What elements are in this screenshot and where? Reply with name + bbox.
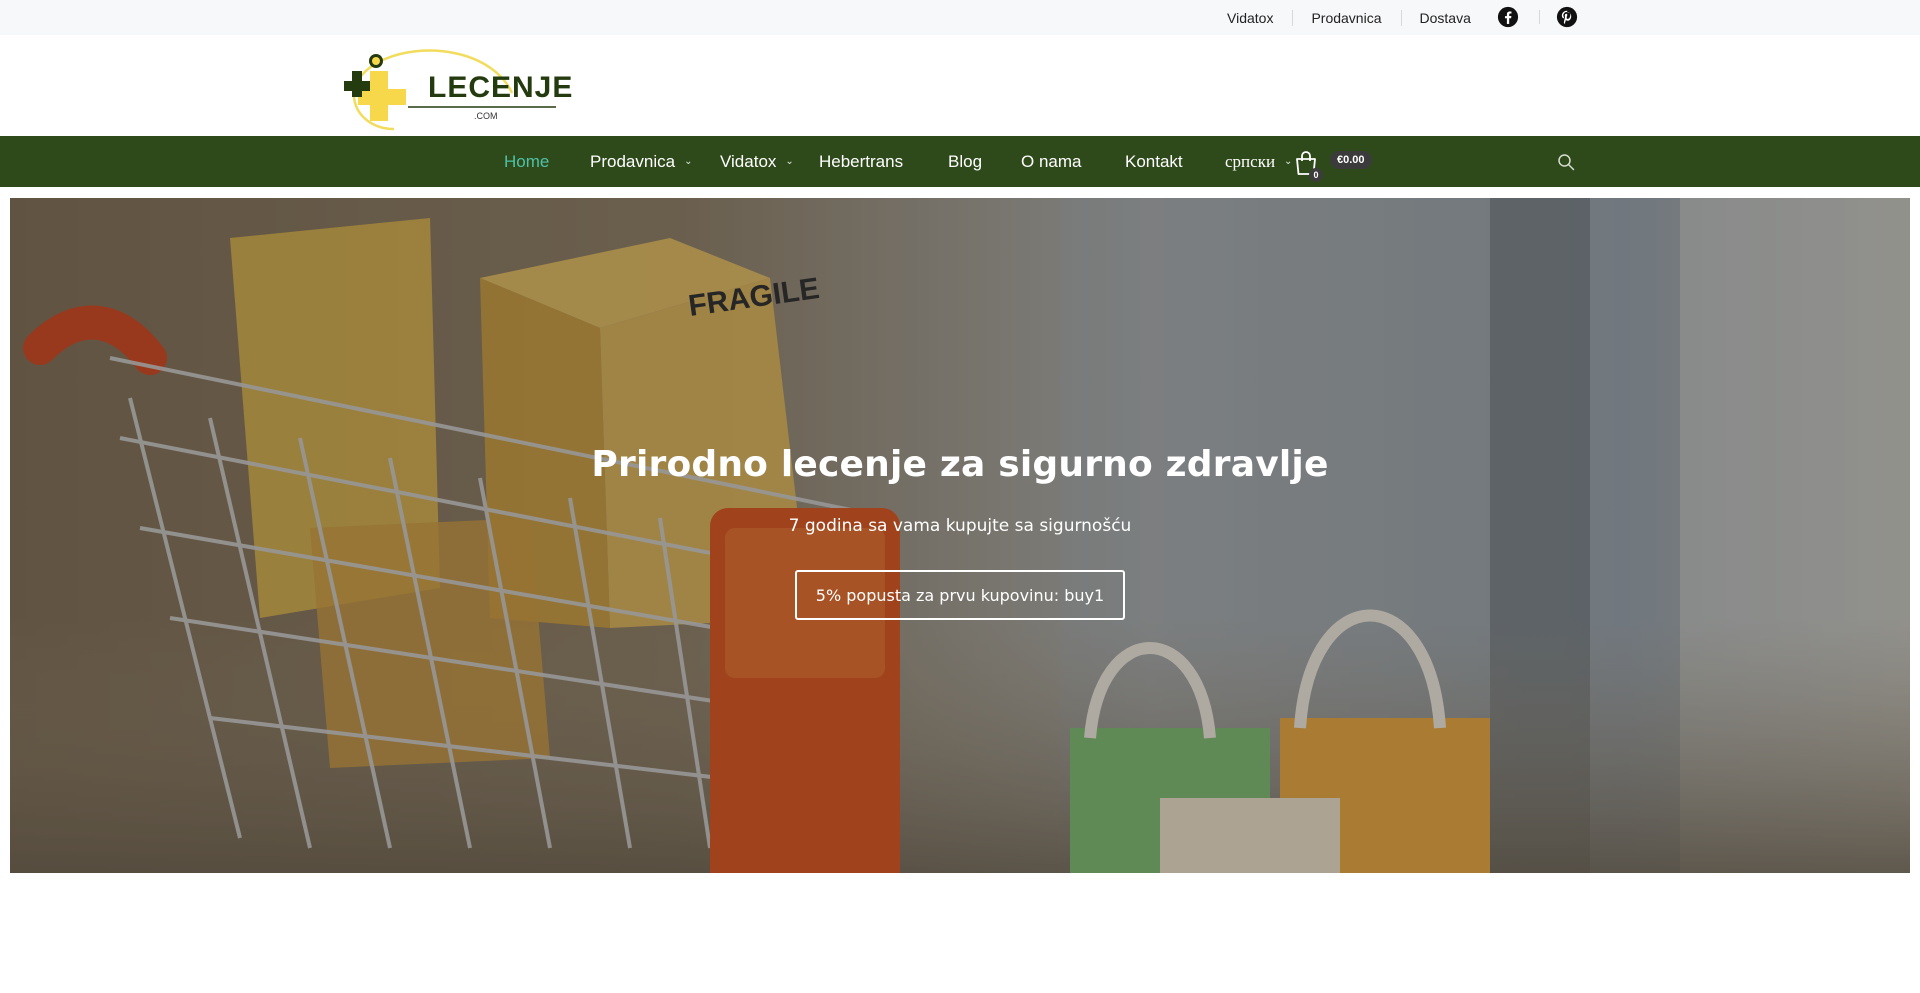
top-link-prodavnica[interactable]: Prodavnica	[1292, 9, 1400, 26]
top-bar: Vidatox Prodavnica Dostava	[0, 0, 1920, 35]
nav-vidatox[interactable]: Vidatox ⌄	[720, 136, 794, 187]
nav-kontakt[interactable]: Kontakt	[1125, 136, 1183, 187]
nav-vidatox-label: Vidatox	[720, 151, 777, 171]
logo-suffix: .COM	[474, 111, 498, 121]
top-link-dostava[interactable]: Dostava	[1400, 9, 1490, 26]
top-link-vidatox[interactable]: Vidatox	[1208, 10, 1292, 26]
nav-prodavnica-label: Prodavnica	[590, 151, 676, 171]
language-switcher[interactable]: српски ⌄	[1225, 136, 1292, 187]
pinterest-icon[interactable]	[1556, 6, 1578, 28]
nav-hebertrans[interactable]: Hebertrans	[819, 136, 903, 187]
nav-prodavnica[interactable]: Prodavnica ⌄	[590, 136, 692, 187]
chevron-down-icon: ⌄	[1284, 156, 1293, 167]
main-nav: Home Prodavnica ⌄ Vidatox ⌄ Hebertrans B…	[0, 136, 1920, 187]
cart-total-badge[interactable]: €0.00	[1330, 151, 1372, 169]
nav-blog[interactable]: Blog	[948, 136, 982, 187]
logo-text: LECENJE	[428, 71, 574, 104]
site-header: LECENJE .COM	[0, 35, 1920, 136]
site-logo[interactable]: LECENJE .COM	[344, 45, 572, 131]
search-icon[interactable]	[1557, 153, 1575, 171]
hero-subtitle: 7 godina sa vama kupujte sa sigurnošću	[788, 516, 1132, 536]
discount-button[interactable]: 5% popusta za prvu kupovinu: buy1	[795, 570, 1125, 620]
top-links: Vidatox Prodavnica Dostava	[1208, 0, 1490, 35]
nav-home[interactable]: Home	[504, 136, 549, 187]
language-label: српски	[1225, 151, 1276, 171]
cart-count-badge: 0	[1309, 168, 1323, 182]
nav-o-nama[interactable]: O nama	[1021, 136, 1081, 187]
chevron-down-icon: ⌄	[684, 156, 693, 167]
hero-banner: FRAGILE Prirodno lecenje za sigurno zdra…	[10, 198, 1910, 873]
facebook-icon[interactable]	[1497, 6, 1519, 28]
social-divider	[1539, 10, 1540, 24]
chevron-down-icon: ⌄	[785, 156, 794, 167]
hero-title: Prirodno lecenje za sigurno zdravlje	[591, 444, 1329, 485]
